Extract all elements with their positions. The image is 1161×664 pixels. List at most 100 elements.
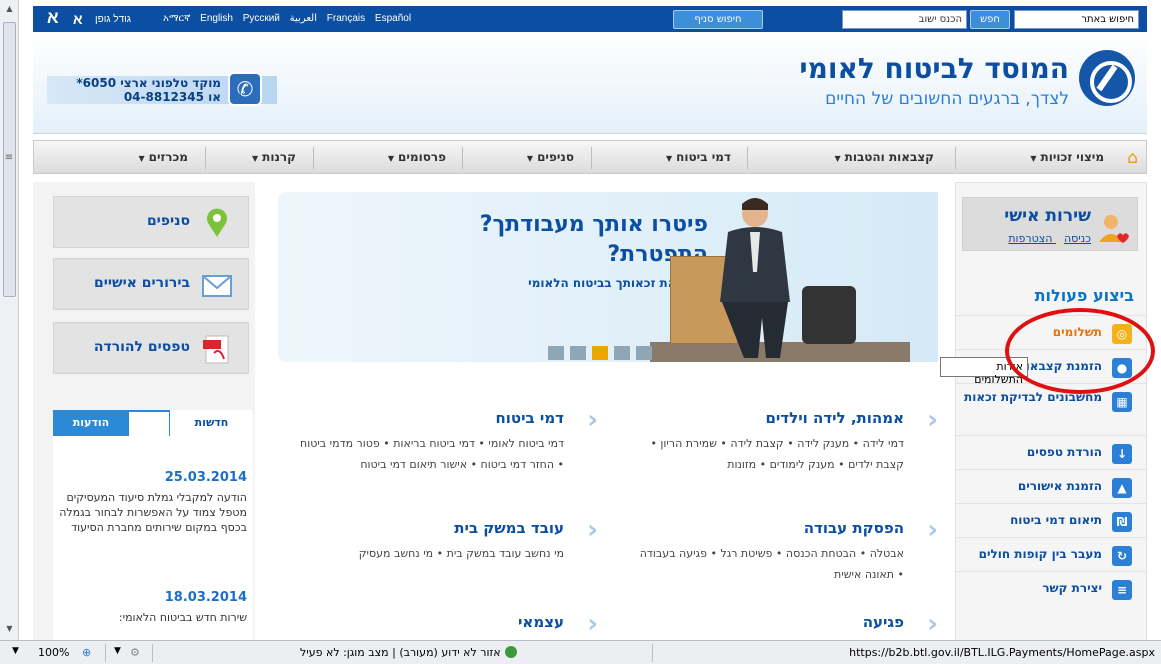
carousel-dots: [548, 346, 658, 362]
nav-branches[interactable]: סניפים▼: [527, 150, 574, 164]
right-sidebar: שירות אישי כניסה הצטרפות ביצוע פעולות ◎ ת…: [955, 182, 1147, 640]
link-label: סניפים: [146, 213, 190, 229]
scroll-down-arrow-icon[interactable]: ▼: [3, 622, 16, 636]
zoom-dropdown-icon[interactable]: ▼: [12, 646, 19, 656]
category-links[interactable]: מי נחשב עובד במשק בית • מי נחשב מעסיק: [294, 543, 564, 564]
city-input[interactable]: הכנס ישוב: [842, 10, 967, 29]
security-dropdown-icon[interactable]: ▼: [114, 646, 121, 656]
category-title[interactable]: עובד במשק בית: [454, 519, 564, 537]
nav-rights[interactable]: מיצוי זכויות▼: [1030, 150, 1104, 164]
category-injury[interactable]: ‹ פגיעה: [618, 599, 938, 640]
branch-search-button[interactable]: חיפוש סניף: [673, 10, 763, 29]
status-divider: [652, 644, 653, 662]
action-forms[interactable]: ↓ הורדת טפסים: [956, 435, 1146, 469]
chevron-left-icon: ‹: [927, 609, 938, 639]
carousel-dot[interactable]: [570, 346, 586, 360]
nav-label: סניפים: [537, 150, 574, 164]
nav-insurance[interactable]: דמי ביטוח▼: [666, 150, 731, 164]
news-text[interactable]: הודעה למקבלי גמלת סיעוד המעסיקים מטפל צמ…: [55, 490, 247, 535]
refresh-icon: ↻: [1112, 546, 1132, 566]
chevron-left-icon: ‹: [587, 609, 598, 639]
org-name[interactable]: המוסד לביטוח לאומי: [799, 52, 1069, 85]
category-title[interactable]: עצמאי: [518, 613, 564, 631]
scroll-up-arrow-icon[interactable]: ▲: [3, 2, 16, 16]
zone-text: אזור לא ידוע (מעורב) | מצב מוגן: לא פעיל: [300, 646, 501, 659]
personal-links: כניסה הצטרפות: [1000, 232, 1091, 245]
zoom-icon[interactable]: ⊕: [82, 646, 91, 659]
chevron-left-icon: ‹: [927, 515, 938, 545]
vertical-scrollbar[interactable]: ▲ ≡ ▼: [0, 0, 19, 640]
category-self-employed[interactable]: ‹ עצמאי: [278, 599, 598, 640]
category-title[interactable]: פגיעה: [863, 613, 904, 631]
nav-funds[interactable]: קרנות▼: [252, 150, 296, 164]
category-title[interactable]: דמי ביטוח: [495, 409, 564, 427]
category-title[interactable]: הפסקת עבודה: [804, 519, 904, 537]
action-health-fund[interactable]: ↻ מעבר בין קופות חולים: [956, 537, 1146, 571]
nav-divider: [205, 147, 206, 169]
font-size-large[interactable]: א: [47, 8, 59, 28]
lang-french[interactable]: Français: [327, 13, 365, 24]
lang-amharic[interactable]: አማርኛ: [163, 13, 190, 24]
action-label: מעבר בין קופות חולים: [978, 547, 1102, 561]
language-links: አማርኛ English Русский العربية Français Es…: [163, 13, 418, 24]
news-text[interactable]: שירות חדש בביטוח הלאומי:: [55, 610, 247, 625]
stamp-icon: ▲: [1112, 478, 1132, 498]
category-links[interactable]: דמי לידה • מענק לידה • קצבת לידה • שמירת…: [634, 433, 904, 475]
action-label: תיאום דמי ביטוח: [1010, 513, 1102, 527]
nav-benefits[interactable]: קצבאות והטבות▼: [834, 150, 934, 164]
action-certificates[interactable]: ▲ הזמנת אישורים: [956, 469, 1146, 503]
lang-spanish[interactable]: Español: [375, 13, 411, 24]
hero-banner[interactable]: פיטרו אותך מעבודתך? התפטרת? בדוק את זכאו…: [278, 192, 938, 362]
category-title[interactable]: אמהות, לידה וילדים: [765, 409, 904, 427]
link-inquiries[interactable]: בירורים אישיים: [53, 258, 249, 310]
chevron-down-icon: ▼: [834, 154, 841, 163]
action-contact[interactable]: ≡ יצירת קשר: [956, 571, 1146, 605]
status-url: https://b2b.btl.gov.il/BTL.ILG.Payments/…: [849, 646, 1155, 659]
status-divider: [105, 644, 106, 662]
font-size-medium[interactable]: א: [73, 11, 83, 27]
action-coordination[interactable]: ₪ תיאום דמי ביטוח: [956, 503, 1146, 537]
nav-publications[interactable]: פרסומים▼: [388, 150, 446, 164]
lang-arabic[interactable]: العربية: [290, 13, 317, 24]
site-search-input[interactable]: חיפוש באתר: [1014, 10, 1139, 29]
category-links[interactable]: דמי ביטוח לאומי • דמי ביטוח בריאות • פטו…: [294, 433, 564, 475]
register-link[interactable]: הצטרפות: [1008, 232, 1052, 245]
download-icon: ↓: [1112, 444, 1132, 464]
lang-russian[interactable]: Русский: [243, 13, 280, 24]
search-button[interactable]: חפש: [970, 10, 1010, 29]
security-icon[interactable]: ⚙: [130, 646, 140, 659]
carousel-dot-active[interactable]: [592, 346, 608, 360]
main-nav: ⌂ מיצוי זכויות▼ קצבאות והטבות▼ דמי ביטוח…: [33, 140, 1147, 174]
categories-grid: ‹ אמהות, לידה וילדים דמי לידה • מענק ליד…: [278, 395, 938, 640]
tab-news[interactable]: חדשות: [169, 410, 253, 436]
logo-icon[interactable]: [1079, 50, 1135, 106]
link-branches[interactable]: סניפים: [53, 196, 249, 248]
carousel-dot[interactable]: [548, 346, 564, 360]
carousel-dot[interactable]: [636, 346, 652, 360]
category-insurance[interactable]: ‹ דמי ביטוח דמי ביטוח לאומי • דמי ביטוח …: [278, 395, 598, 505]
home-icon[interactable]: ⌂: [1127, 148, 1138, 168]
site-header: המוסד לביטוח לאומי לצדך, ברגעים החשובים …: [33, 32, 1147, 134]
chevron-down-icon: ▼: [666, 154, 673, 163]
envelope-icon: [202, 275, 232, 297]
carousel-dot[interactable]: [614, 346, 630, 360]
tab-press-releases[interactable]: הודעות לעתונות: [53, 410, 129, 455]
nav-divider: [462, 147, 463, 169]
nav-tenders[interactable]: מכרזים▼: [138, 150, 188, 164]
globe-icon: [504, 646, 517, 658]
banner-headline: פיטרו אותך מעבודתך? התפטרת?: [479, 212, 708, 267]
personal-service-box: שירות אישי כניסה הצטרפות: [962, 197, 1138, 251]
zoom-level[interactable]: 100%: [38, 646, 69, 659]
grip-icon: ≡: [4, 152, 14, 163]
login-link[interactable]: כניסה: [1064, 232, 1091, 245]
category-links[interactable]: אבטלה • הבטחת הכנסה • פשיטת רגל • פגיעה …: [634, 543, 904, 585]
phone-icon: ✆: [228, 72, 262, 106]
category-maternity[interactable]: ‹ אמהות, לידה וילדים דמי לידה • מענק ליד…: [618, 395, 938, 505]
nav-divider: [955, 147, 956, 169]
news-date: 25.03.2014: [164, 470, 247, 485]
chevron-left-icon: ‹: [587, 515, 598, 545]
personal-service-title: שירות אישי: [1004, 206, 1091, 226]
red-annotation-circle: [1005, 308, 1155, 394]
link-forms[interactable]: טפסים להורדה: [53, 322, 249, 374]
lang-english[interactable]: English: [200, 13, 233, 24]
